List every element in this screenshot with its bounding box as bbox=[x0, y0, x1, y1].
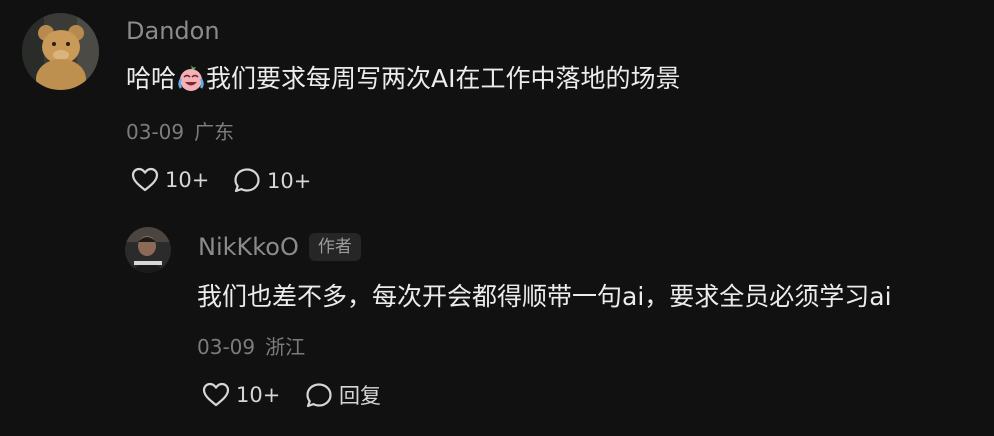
reply-username[interactable]: NikKkoO bbox=[198, 233, 299, 261]
comment-text-prefix: 哈哈 bbox=[126, 64, 177, 93]
reply-text: 我们也差不多，每次开会都得顺带一句ai，要求全员必须学习ai bbox=[197, 282, 892, 311]
comment-like-button[interactable]: 10+ bbox=[131, 167, 209, 193]
reply-location: 浙江 bbox=[265, 335, 306, 359]
speech-bubble-icon bbox=[306, 383, 332, 408]
reply-username-row: NikKkoO 作者 bbox=[198, 233, 361, 261]
comment-username[interactable]: Dandon bbox=[126, 17, 220, 45]
author-badge: 作者 bbox=[308, 233, 361, 261]
reply-like-count: 10+ bbox=[236, 383, 281, 407]
reply-label: 回复 bbox=[339, 383, 381, 408]
comment-location: 广东 bbox=[194, 120, 235, 144]
comment-meta: 03-09 广东 bbox=[126, 120, 234, 144]
heart-outline-icon bbox=[131, 167, 159, 192]
teddy-bear-avatar-image bbox=[22, 13, 99, 90]
comment-reply-button[interactable]: 10+ bbox=[233, 167, 311, 194]
reply-date: 03-09 bbox=[197, 335, 256, 359]
comment-reply-count: 10+ bbox=[267, 168, 312, 193]
heart-outline-icon bbox=[202, 382, 230, 407]
reply-like-button[interactable]: 10+ bbox=[202, 382, 280, 408]
person-photo-avatar-image bbox=[125, 227, 171, 273]
crying-laughing-emoji-icon bbox=[177, 64, 205, 92]
avatar-dandon[interactable] bbox=[22, 13, 99, 90]
speech-bubble-icon bbox=[234, 168, 260, 193]
reply-reply-button[interactable]: 回复 bbox=[305, 382, 381, 409]
comment-date: 03-09 bbox=[126, 120, 185, 144]
comment-text-body: 我们要求每周写两次AI在工作中落地的场景 bbox=[206, 64, 681, 93]
avatar-nikkkoo[interactable] bbox=[125, 227, 171, 273]
reply-meta: 03-09 浙江 bbox=[197, 335, 305, 359]
comment-text: 哈哈 我们要求每周写两次AI在工作中落地的场景 bbox=[126, 63, 681, 95]
comment-like-count: 10+ bbox=[165, 168, 210, 192]
